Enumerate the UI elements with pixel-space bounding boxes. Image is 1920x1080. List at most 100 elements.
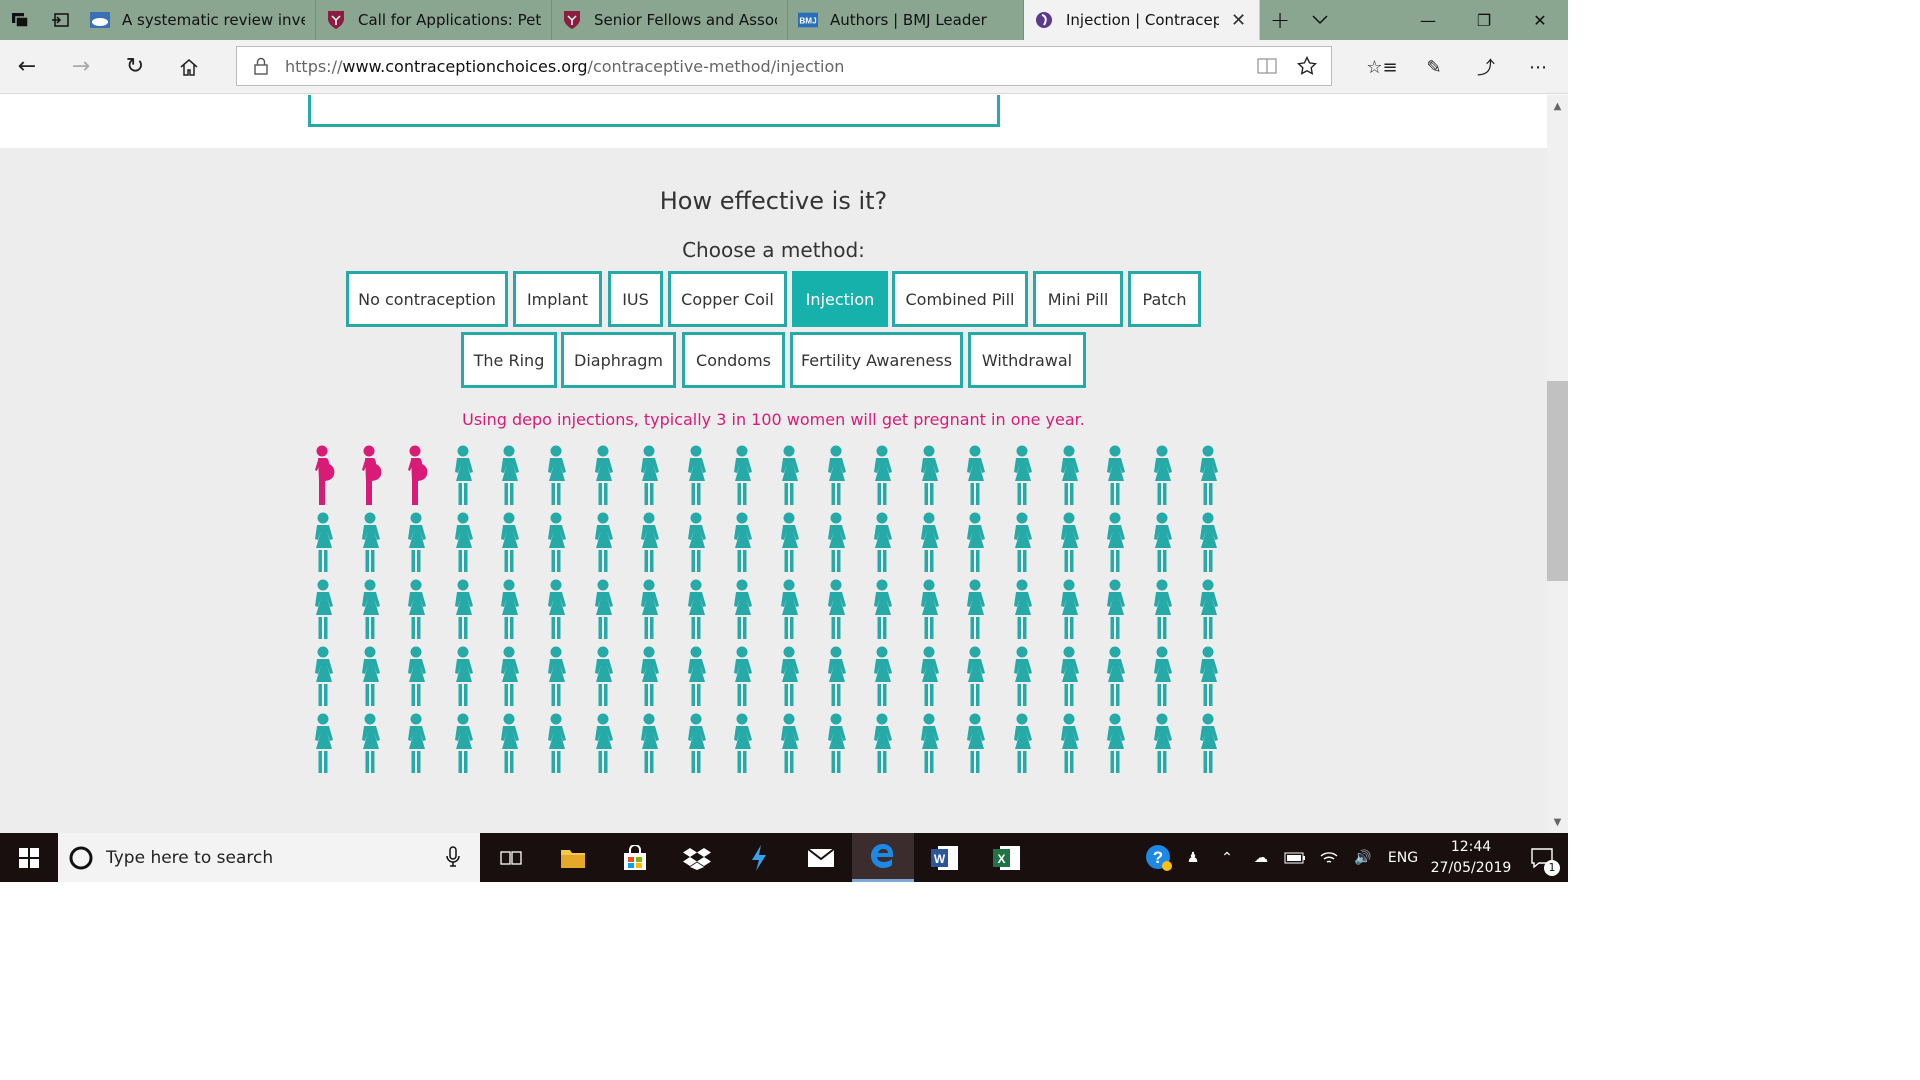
web-page: How effective is it? Choose a method: No… [0, 95, 1547, 833]
browser-tab[interactable]: Call for Applications: Petri [316, 0, 552, 40]
woman-icon [914, 579, 960, 643]
favorites-list-icon: ☆≡ [1366, 56, 1398, 78]
excel-button[interactable]: X [976, 833, 1038, 882]
dropbox-button[interactable] [666, 833, 728, 882]
woman-icon [1100, 646, 1146, 710]
address-bar[interactable]: https://www.contraceptionchoices.org/con… [236, 46, 1332, 86]
woman-icon [681, 579, 727, 643]
microphone-icon[interactable] [446, 846, 460, 873]
more-menu-button[interactable]: ⋯ [1512, 40, 1564, 94]
wifi-icon[interactable] [1312, 833, 1346, 882]
onedrive-tray-icon[interactable]: ☁ [1244, 833, 1278, 882]
woman-icon [1100, 713, 1146, 777]
mail-button[interactable] [790, 833, 852, 882]
reading-view-icon[interactable] [1249, 47, 1285, 85]
woman-icon [448, 512, 494, 576]
store-button[interactable] [604, 833, 666, 882]
method-button-diaphragm[interactable]: Diaphragm [561, 332, 676, 388]
scroll-down-icon[interactable]: ▼ [1547, 813, 1568, 831]
method-button-patch[interactable]: Patch [1128, 271, 1201, 327]
home-button[interactable] [162, 40, 216, 94]
woman-icon [355, 713, 401, 777]
method-button-implant[interactable]: Implant [513, 271, 602, 327]
tab-preview-button[interactable] [0, 0, 40, 40]
woman-icon [494, 646, 540, 710]
method-button-copper-coil[interactable]: Copper Coil [668, 271, 787, 327]
file-explorer-button[interactable] [542, 833, 604, 882]
method-button-no-contraception[interactable]: No contraception [346, 271, 508, 327]
page-title: How effective is it? [659, 187, 888, 215]
woman-icon [401, 713, 447, 777]
method-button-ius[interactable]: IUS [608, 271, 663, 327]
show-hidden-icons-button[interactable]: ⌃ [1210, 833, 1244, 882]
task-view-button[interactable] [480, 833, 542, 882]
woman-icon [494, 445, 540, 509]
bolt-app-button[interactable] [728, 833, 790, 882]
set-aside-tabs-button[interactable] [40, 0, 80, 40]
clock-time: 12:44 [1450, 838, 1492, 855]
start-button[interactable] [0, 833, 58, 882]
web-note-button[interactable]: ✎ [1408, 40, 1460, 94]
woman-icon [448, 445, 494, 509]
woman-icon [960, 579, 1006, 643]
vertical-scrollbar[interactable]: ▲ ▼ [1547, 95, 1568, 833]
battery-icon[interactable] [1278, 833, 1312, 882]
edge-browser-button[interactable] [852, 833, 914, 882]
woman-icon [355, 579, 401, 643]
close-window-button[interactable]: ✕ [1512, 0, 1568, 40]
refresh-button[interactable]: ↻ [108, 40, 162, 94]
clock[interactable]: 12:44 27/05/2019 [1426, 837, 1516, 879]
tab-list-chevron-icon[interactable] [1300, 0, 1340, 40]
scrollbar-thumb[interactable] [1547, 381, 1568, 581]
method-button-withdrawal[interactable]: Withdrawal [968, 332, 1086, 388]
share-button[interactable]: ⤴ [1460, 40, 1512, 94]
word-button[interactable]: W [914, 833, 976, 882]
woman-icon [541, 579, 587, 643]
woman-icon [1054, 579, 1100, 643]
help-button[interactable]: ? [1142, 833, 1176, 882]
shield-crest-icon [326, 10, 346, 30]
people-button[interactable]: ♟ [1176, 833, 1210, 882]
woman-icon [401, 512, 447, 576]
action-center-button[interactable]: 1 [1516, 833, 1568, 882]
folder-icon [561, 849, 585, 868]
woman-icon [867, 512, 913, 576]
browser-tab[interactable]: Injection | Contracepti ✕ [1024, 0, 1260, 40]
woman-icon [494, 579, 540, 643]
browser-tab[interactable]: A systematic review invest [80, 0, 316, 40]
restore-button[interactable]: ❐ [1456, 0, 1512, 40]
scroll-up-icon[interactable]: ▲ [1547, 97, 1568, 115]
arrow-right-icon: → [71, 54, 91, 79]
back-button[interactable]: ← [0, 40, 54, 94]
method-button-injection[interactable]: Injection [792, 271, 888, 327]
navigation-bar: ← → ↻ https://www.contraceptionchoices.o… [0, 40, 1568, 94]
pregnant-woman-icon [355, 445, 401, 509]
new-tab-button[interactable]: + [1260, 0, 1300, 40]
browser-tab[interactable]: BMJ Authors | BMJ Leader [788, 0, 1024, 40]
previous-section-box [308, 95, 1000, 127]
language-indicator[interactable]: ENG [1380, 833, 1426, 882]
method-button-mini-pill[interactable]: Mini Pill [1033, 271, 1123, 327]
woman-icon [401, 579, 447, 643]
taskbar-search-box[interactable]: Type here to search [58, 833, 480, 882]
browser-tab[interactable]: Senior Fellows and Associ [552, 0, 788, 40]
forward-button[interactable]: → [54, 40, 108, 94]
task-view-icon [500, 850, 522, 865]
woman-icon [1054, 445, 1100, 509]
woman-icon [308, 512, 354, 576]
favorite-star-icon[interactable] [1289, 47, 1325, 85]
woman-icon [1147, 646, 1193, 710]
close-tab-icon[interactable]: ✕ [1231, 10, 1249, 31]
woman-icon [681, 512, 727, 576]
woman-icon [1007, 445, 1053, 509]
woman-icon [401, 646, 447, 710]
minimize-button[interactable]: — [1400, 0, 1456, 40]
method-button-the-ring[interactable]: The Ring [461, 332, 557, 388]
method-button-fertility-awareness[interactable]: Fertility Awareness [790, 332, 963, 388]
favorites-hub-button[interactable]: ☆≡ [1356, 40, 1408, 94]
method-button-combined-pill[interactable]: Combined Pill [892, 271, 1028, 327]
woman-icon [821, 579, 867, 643]
volume-icon[interactable]: 🔊 [1346, 833, 1380, 882]
woman-icon [774, 512, 820, 576]
method-button-condoms[interactable]: Condoms [682, 332, 785, 388]
